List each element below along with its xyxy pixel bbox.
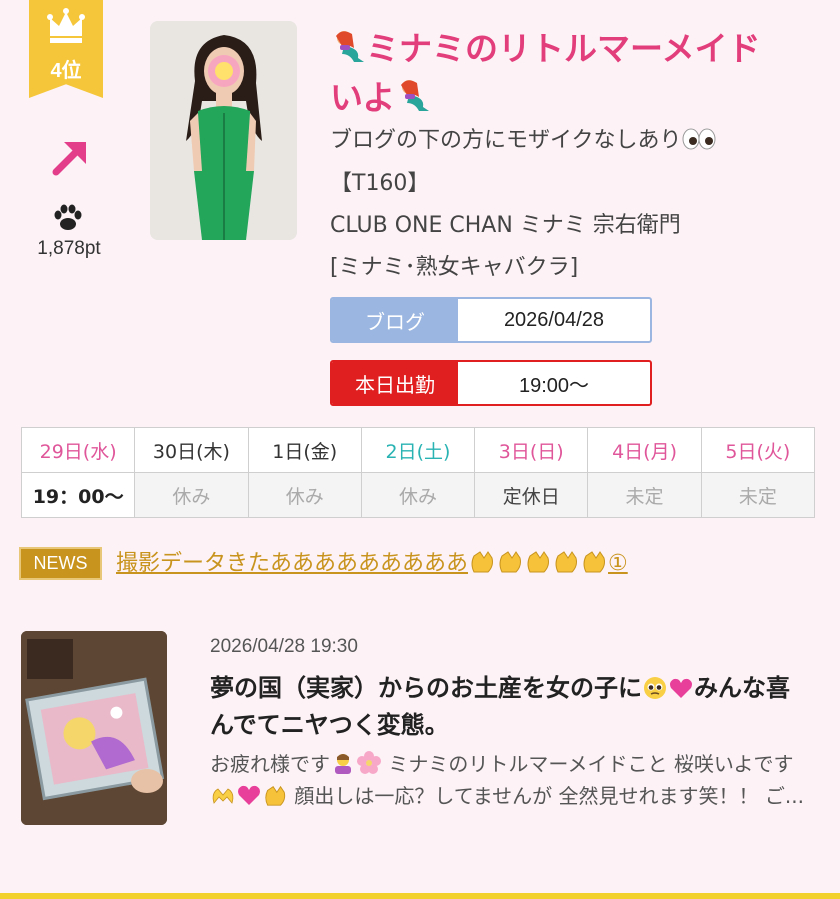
points-value: 1,878pt: [37, 238, 101, 259]
schedule-status: 休み: [134, 472, 249, 518]
girl-photo-illustration: [150, 21, 297, 240]
schedule-status: 定休日: [474, 472, 589, 518]
schedule-day: 30日(木): [134, 427, 249, 473]
profile-category[interactable]: [ミナミ･熟女キャバクラ]: [330, 249, 578, 281]
cherry-blossom-icon: [357, 751, 381, 774]
profile-tagline: ブログの下の方にモザイクなしあり: [330, 122, 716, 154]
schedule-status: 未定: [700, 472, 816, 518]
excerpt-b: ミナミのリトルマーメイドこと 桜咲いよです: [388, 752, 794, 776]
excerpt-a: お疲れ様です: [210, 752, 330, 776]
schedule-status: 未定: [587, 472, 702, 518]
schedule-day: 5日(火): [700, 427, 816, 473]
rank-badge: 4位: [29, 0, 103, 98]
pink-heart-icon: [670, 678, 692, 698]
schedule-status: 休み: [360, 472, 476, 518]
blog-label: ブログ: [332, 299, 458, 341]
up-right-arrow-icon: [52, 142, 86, 176]
news-link[interactable]: 撮影データきたあああああああああ ①: [116, 545, 628, 577]
paw-icon: [54, 204, 82, 230]
news-badge: NEWS: [19, 547, 102, 580]
eyes-icon: [682, 128, 716, 150]
news-suffix: ①: [608, 551, 628, 576]
title-line1: ミナミのリトルマーメイド: [366, 29, 761, 68]
souvenir-photo: [21, 631, 167, 825]
profile-height: 【T160】: [330, 171, 430, 196]
heart-hands-icon: [212, 788, 234, 804]
post-thumbnail[interactable]: [21, 631, 167, 825]
clap-icon: [527, 551, 550, 573]
bottom-divider: [0, 893, 840, 899]
schedule-status-row: 19：00〜 休み 休み 休み 定休日 未定 未定: [20, 472, 816, 518]
clap-icon: [471, 551, 494, 573]
clap-icon: [265, 785, 286, 806]
shift-time: 19:00〜: [518, 374, 590, 397]
tagline-text: ブログの下の方にモザイクなしあり: [330, 128, 682, 153]
schedule-day: 3日(日): [474, 427, 589, 473]
rank-label: 4位: [50, 60, 82, 82]
post-datetime: 2026/04/28 19:30: [210, 636, 358, 657]
excerpt-c: 顔出しは一応？してませんが 全然見せれます笑！！ ご...: [294, 784, 804, 808]
blog-date: 2026/04/28: [503, 308, 605, 331]
news-text: 撮影データきたあああああああああ: [116, 551, 469, 576]
schedule-days-row: 29日(水) 30日(木) 1日(金) 2日(土) 3日(日) 4日(月) 5日…: [20, 427, 816, 473]
pleading-face-icon: [644, 677, 666, 699]
profile-shop[interactable]: CLUB ONE CHAN ミナミ 宗右衛門: [330, 207, 681, 239]
schedule-status: 19：00〜: [20, 472, 136, 518]
today-shift: 本日出勤 19:00〜: [330, 360, 652, 406]
mermaid-icon: [336, 31, 364, 62]
post-title-a: 夢の国（実家）からのお土産を女の子に: [210, 674, 642, 702]
post-excerpt: お疲れ様です ミナミのリトルマーメイドこと 桜咲いよです 顔出しは一応？してませ…: [210, 748, 810, 812]
shift-label: 本日出勤: [332, 362, 458, 404]
mermaid-icon: [401, 80, 430, 111]
clap-icon: [555, 551, 578, 573]
schedule-day: 2日(土): [360, 427, 476, 473]
crown-icon: [47, 8, 85, 43]
blog-button[interactable]: ブログ 2026/04/28: [330, 297, 652, 343]
weekly-schedule: 29日(水) 30日(木) 1日(金) 2日(土) 3日(日) 4日(月) 5日…: [20, 427, 816, 518]
schedule-day: 4日(月): [587, 427, 702, 473]
schedule-day: 1日(金): [247, 427, 362, 473]
schedule-status: 休み: [247, 472, 362, 518]
profile-title[interactable]: ミナミのリトルマーメイドいよ: [330, 24, 800, 122]
profile-photo[interactable]: [150, 21, 297, 240]
clap-icon: [583, 551, 606, 573]
pink-heart-icon: [238, 785, 260, 805]
clap-icon: [499, 551, 522, 573]
bowing-person-icon: [335, 754, 351, 774]
post-title[interactable]: 夢の国（実家）からのお土産を女の子に みんな喜んでてニヤつく変態。: [210, 670, 810, 744]
schedule-day: 29日(水): [20, 427, 136, 473]
title-line2: いよ: [330, 78, 396, 117]
